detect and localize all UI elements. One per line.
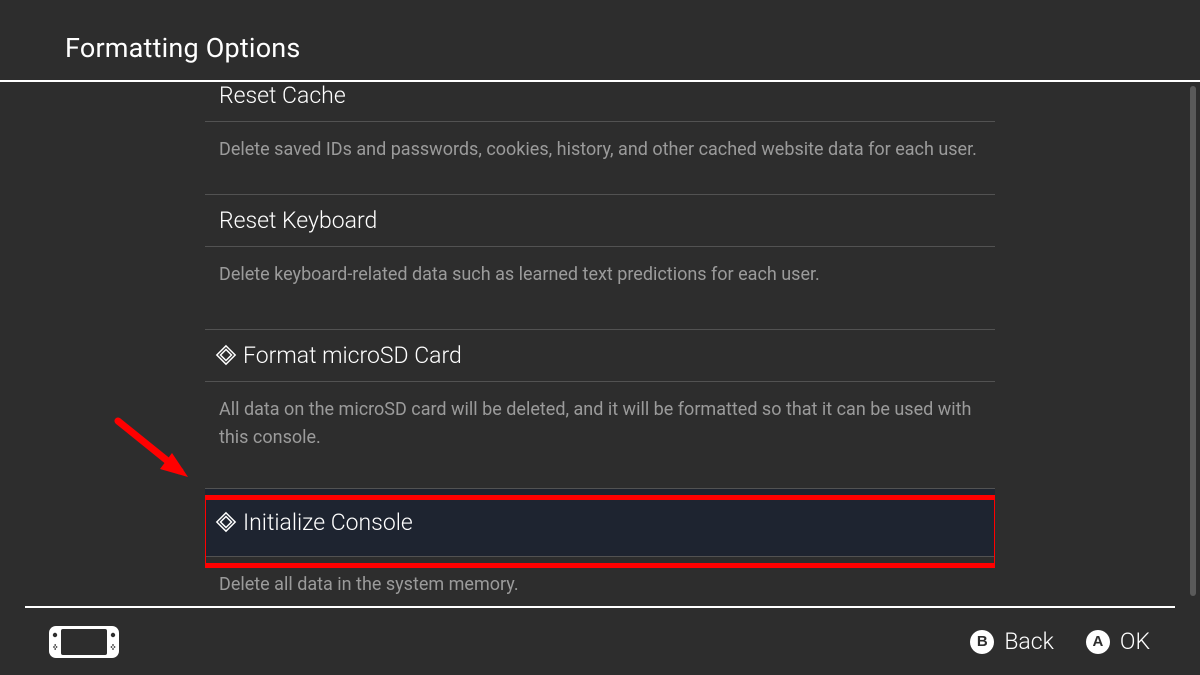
page-title: Formatting Options	[65, 32, 301, 64]
footer-actions: B Back A OK	[970, 628, 1150, 655]
back-button[interactable]: B Back	[970, 628, 1054, 655]
a-button-icon: A	[1086, 630, 1110, 654]
option-reset-keyboard-button[interactable]: Reset Keyboard	[205, 195, 995, 246]
option-description: Delete saved IDs and passwords, cookies,…	[205, 121, 995, 194]
diamond-icon	[215, 344, 237, 366]
b-button-icon: B	[970, 630, 994, 654]
annotation-arrow	[110, 415, 200, 485]
scrollbar[interactable]	[1190, 86, 1196, 596]
option-reset-cache: Reset Cache Delete saved IDs and passwor…	[205, 82, 995, 195]
ok-label: OK	[1120, 628, 1150, 655]
option-description: All data on the microSD card will be del…	[205, 381, 995, 488]
options-list: Reset Cache Delete saved IDs and passwor…	[205, 82, 995, 606]
option-initialize-console-button[interactable]: Initialize Console	[205, 489, 995, 556]
option-label: Reset Cache	[219, 82, 346, 109]
option-format-microsd: Format microSD Card All data on the micr…	[205, 330, 995, 489]
option-description: Delete all data in the system memory.	[205, 556, 995, 605]
option-format-microsd-button[interactable]: Format microSD Card	[205, 330, 995, 381]
option-label: Reset Keyboard	[219, 207, 377, 234]
option-reset-keyboard: Reset Keyboard Delete keyboard-related d…	[205, 195, 995, 330]
back-label: Back	[1004, 628, 1054, 655]
console-icon	[48, 625, 120, 659]
diamond-icon	[215, 511, 237, 533]
option-reset-cache-button[interactable]: Reset Cache	[205, 82, 995, 121]
option-label: Format microSD Card	[243, 342, 462, 369]
footer: B Back A OK	[0, 606, 1200, 675]
header: Formatting Options	[0, 0, 1200, 82]
option-label: Initialize Console	[243, 509, 413, 536]
option-initialize-console: Initialize Console Delete all data in th…	[205, 489, 995, 605]
option-description: Delete keyboard-related data such as lea…	[205, 246, 995, 329]
ok-button[interactable]: A OK	[1086, 628, 1150, 655]
